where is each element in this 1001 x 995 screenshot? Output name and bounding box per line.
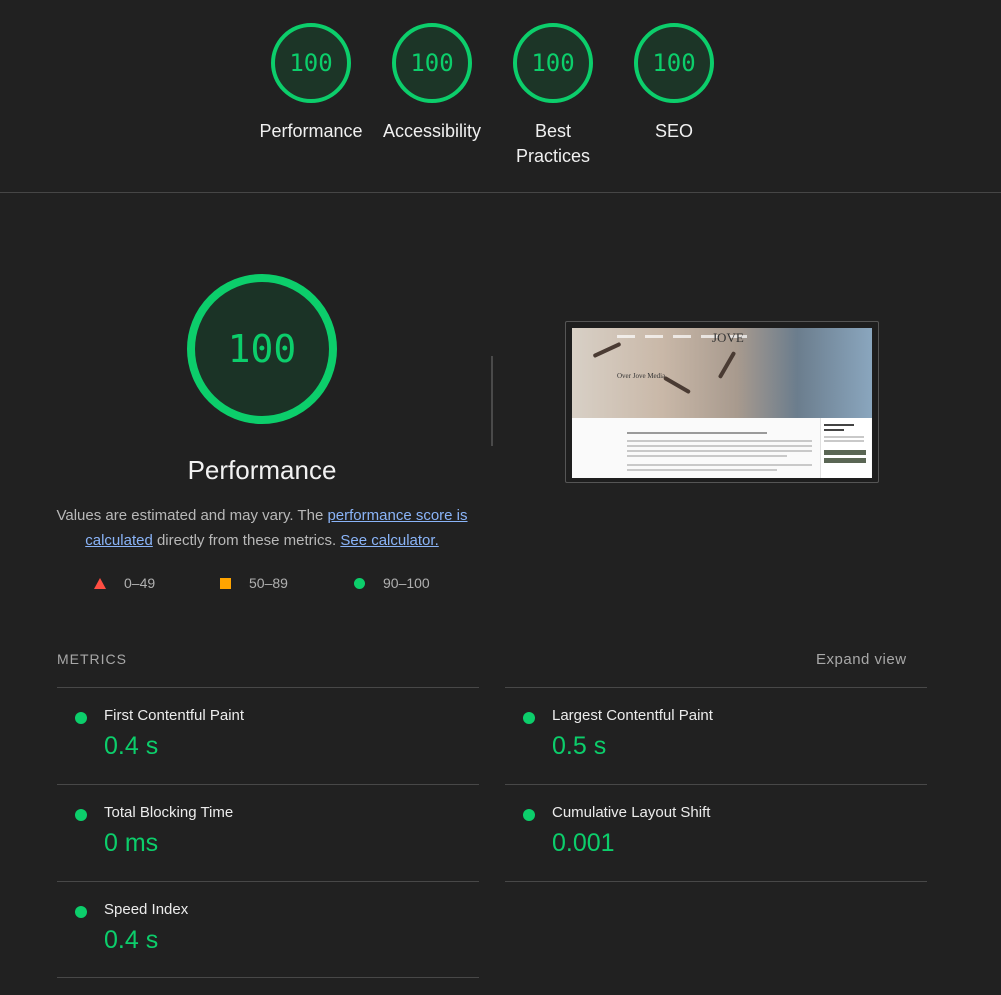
metric-name: Cumulative Layout Shift	[552, 804, 711, 821]
expand-view-toggle[interactable]: Expand view	[816, 651, 907, 668]
screenshot-text-line	[627, 440, 812, 442]
metric-value: 0.5 s	[552, 732, 607, 760]
pass-circle-icon	[75, 906, 87, 918]
metric-largest-contentful-paint: Largest Contentful Paint 0.5 s	[505, 688, 925, 784]
gauge-accessibility-label: Accessibility	[382, 121, 482, 141]
metrics-header: METRICS	[57, 651, 127, 667]
pass-circle-icon	[75, 712, 87, 724]
metric-value: 0.001	[552, 829, 615, 857]
screenshot-text-line	[627, 464, 812, 466]
performance-main-score: 100	[187, 274, 337, 424]
gauge-best-practices-score: 100	[513, 23, 593, 103]
metric-divider	[57, 977, 479, 978]
brush-shape	[592, 341, 622, 359]
metric-name: Largest Contentful Paint	[552, 707, 713, 724]
average-square-icon	[220, 577, 231, 589]
description-text-1: Values are estimated and may vary. The	[56, 507, 328, 524]
legend-fail: 0–49	[94, 575, 155, 591]
brush-shape	[717, 351, 737, 379]
gauge-accessibility[interactable]: 100 Accessibility	[372, 23, 492, 144]
performance-description: Values are estimated and may vary. The p…	[54, 503, 470, 553]
gauge-performance-score: 100	[271, 23, 351, 103]
metric-name: First Contentful Paint	[104, 707, 245, 724]
screenshot-cookie-panel	[820, 418, 871, 478]
metric-speed-index: Speed Index 0.4 s	[57, 882, 477, 978]
category-gauges: 100 Performance 100 Accessibility 100 Be…	[0, 0, 1001, 192]
gauge-accessibility-score: 100	[392, 23, 472, 103]
screenshot-text-line	[627, 469, 777, 471]
screenshot-brand: JOVE	[712, 330, 744, 345]
gauge-seo-label: SEO	[654, 121, 693, 141]
screenshot-text-line	[627, 450, 812, 452]
legend-fail-label: 0–49	[124, 575, 156, 591]
pass-circle-icon	[523, 809, 535, 821]
metric-name: Total Blocking Time	[104, 804, 234, 821]
metric-name: Speed Index	[104, 901, 189, 918]
screenshot-caption: Over Jove Media	[617, 372, 666, 380]
gauge-seo[interactable]: 100 SEO	[614, 23, 734, 144]
screenshot-image: JOVE Over Jove Media	[572, 328, 872, 478]
pass-circle-icon	[354, 577, 365, 589]
final-screenshot[interactable]: JOVE Over Jove Media	[565, 321, 879, 483]
header-divider	[0, 192, 1001, 193]
legend-pass-label: 90–100	[383, 575, 430, 591]
screenshot-hero: JOVE Over Jove Media	[572, 328, 872, 418]
metric-value: 0 ms	[104, 829, 159, 857]
vertical-divider	[491, 356, 493, 446]
gauge-seo-score: 100	[634, 23, 714, 103]
pass-circle-icon	[523, 712, 535, 724]
gauge-performance[interactable]: 100 Performance	[251, 23, 371, 144]
legend-average-label: 50–89	[249, 575, 288, 591]
brush-shape	[663, 375, 691, 395]
metric-total-blocking-time: Total Blocking Time 0 ms	[57, 785, 477, 881]
legend-pass: 90–100	[354, 575, 430, 591]
see-calculator-link[interactable]: See calculator.	[340, 532, 438, 549]
metric-value: 0.4 s	[104, 926, 159, 954]
metric-divider	[505, 881, 927, 882]
screenshot-text-line	[627, 455, 787, 457]
pass-circle-icon	[75, 809, 87, 821]
metric-cumulative-layout-shift: Cumulative Layout Shift 0.001	[505, 785, 925, 881]
metric-value: 0.4 s	[104, 732, 159, 760]
fail-triangle-icon	[94, 577, 106, 589]
gauge-performance-label: Performance	[259, 121, 363, 141]
screenshot-text-line	[627, 445, 812, 447]
screenshot-text-line	[627, 432, 767, 434]
metric-first-contentful-paint: First Contentful Paint 0.4 s	[57, 688, 477, 784]
legend-average: 50–89	[220, 575, 288, 591]
performance-title: Performance	[187, 455, 337, 485]
gauge-best-practices-label: Best Practices	[515, 121, 591, 166]
score-legend: 0–49 50–89 90–100	[90, 575, 470, 595]
performance-main-gauge: 100	[187, 274, 337, 424]
gauge-best-practices[interactable]: 100 Best Practices	[493, 23, 613, 169]
description-text-2: directly from these metrics.	[152, 532, 341, 549]
